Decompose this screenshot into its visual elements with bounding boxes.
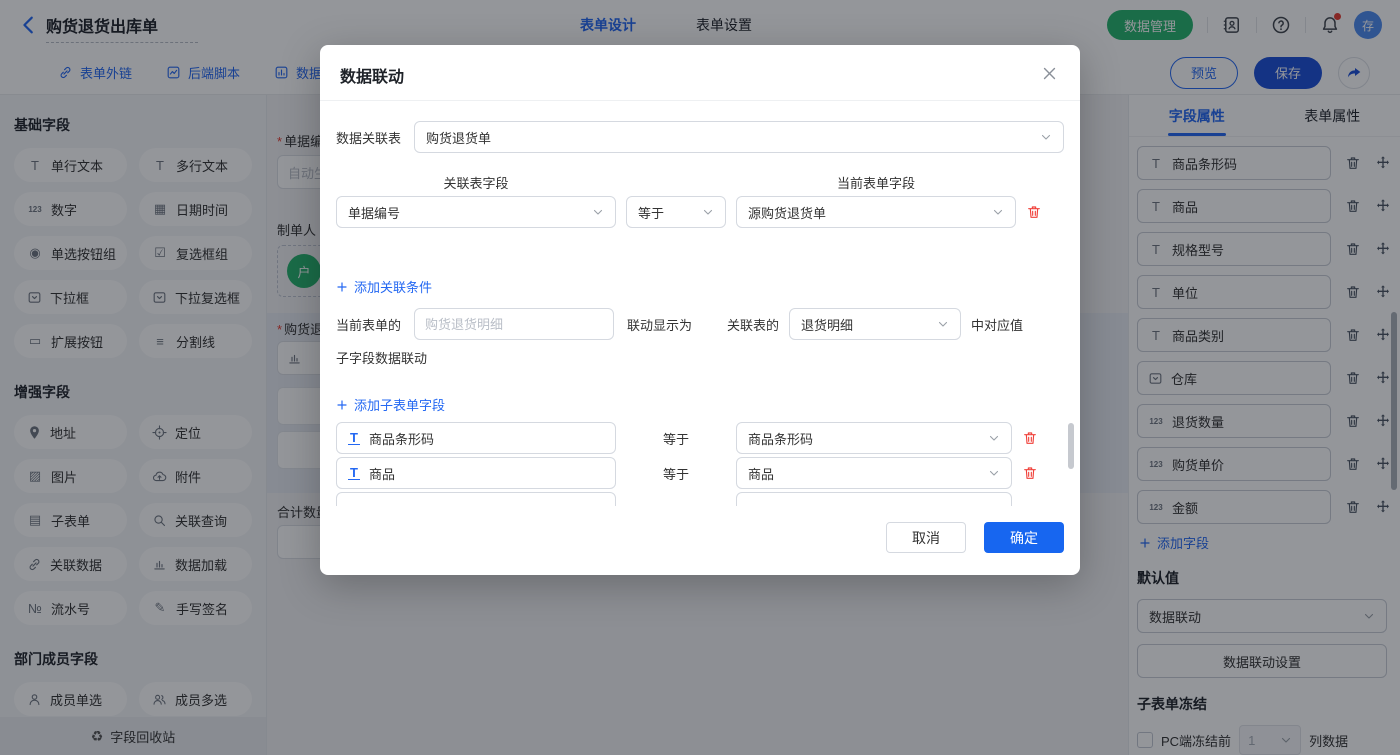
mapping-row: 当前表单的 联动显示为 关联表的 退货明细 中对应值 (336, 308, 1023, 340)
condition-op-select[interactable]: 等于 (626, 196, 726, 228)
text-icon: T (348, 431, 360, 445)
condition-target-value: 源购货退货单 (748, 203, 826, 222)
subfield-row-barcode: T 商品条形码 等于 商品条形码 (336, 422, 1064, 454)
plus-icon (336, 399, 348, 411)
subfield-target-value: 商品 (748, 464, 774, 483)
condition-field-value: 单据编号 (348, 203, 400, 222)
link-table-row: 数据关联表 购货退货单 (336, 121, 1064, 153)
delete-condition-icon[interactable] (1026, 204, 1042, 220)
chevron-down-icon (702, 206, 714, 218)
subfield-source-box[interactable] (336, 492, 616, 506)
chevron-down-icon (992, 206, 1004, 218)
delete-subfield-icon[interactable] (1022, 430, 1038, 446)
add-subfield-label: 添加子表单字段 (354, 395, 445, 414)
add-condition-label: 添加关联条件 (354, 277, 432, 296)
subfield-row-product: T 商品 等于 商品 (336, 457, 1064, 489)
mapping-target-select[interactable]: 退货明细 (789, 308, 961, 340)
mapping-middle-label: 联动显示为 (627, 315, 692, 334)
plus-icon (336, 281, 348, 293)
subfield-source-box[interactable]: T 商品条形码 (336, 422, 616, 454)
condition-field-select[interactable]: 单据编号 (336, 196, 616, 228)
mapping-of-table-label: 关联表的 (727, 315, 779, 334)
link-table-select[interactable]: 购货退货单 (414, 121, 1064, 153)
subfield-source-label: 商品条形码 (369, 429, 434, 448)
subfield-target-value: 商品条形码 (748, 429, 813, 448)
modal-scrollbar[interactable] (1068, 423, 1074, 469)
mapping-field-input[interactable] (414, 308, 614, 340)
subfield-rows: T 商品条形码 等于 商品条形码 T 商品 等于 商品 (336, 422, 1064, 506)
modal-header: 数据联动 (320, 45, 1080, 101)
subfield-op-label: 等于 (626, 464, 726, 483)
subfield-source-label: 商品 (369, 464, 395, 483)
text-icon: T (348, 466, 360, 480)
data-linkage-modal: 数据联动 数据关联表 购货退货单 关联表字段 当前表单字段 单据编号 等于 (320, 45, 1080, 575)
condition-column-headers: 关联表字段 当前表单字段 (336, 173, 1064, 191)
add-condition-link[interactable]: 添加关联条件 (336, 277, 432, 296)
subfield-source-box[interactable]: T 商品 (336, 457, 616, 489)
modal-title: 数据联动 (340, 63, 404, 87)
condition-target-select[interactable]: 源购货退货单 (736, 196, 1016, 228)
condition-op-value: 等于 (638, 203, 664, 222)
chevron-down-icon (988, 467, 1000, 479)
chevron-down-icon (988, 432, 1000, 444)
chevron-down-icon (592, 206, 604, 218)
delete-subfield-icon[interactable] (1022, 465, 1038, 481)
link-table-label: 数据关联表 (336, 128, 401, 147)
close-icon[interactable] (1041, 65, 1058, 82)
cancel-button[interactable]: 取消 (886, 522, 966, 553)
col-header-link-field: 关联表字段 (336, 173, 616, 192)
subfield-target-select[interactable]: 商品 (736, 457, 1012, 489)
modal-footer: 取消 确定 (886, 522, 1064, 553)
chevron-down-icon (937, 318, 949, 330)
app-window: 购货退货出库单 表单设计 表单设置 数据管理 存 表单外链 (0, 0, 1400, 755)
subfield-linkage-title: 子字段数据联动 (336, 348, 427, 367)
mapping-suffix-label: 中对应值 (971, 315, 1023, 334)
subfield-row-partial (336, 492, 1064, 506)
link-table-value: 购货退货单 (426, 128, 491, 147)
mapping-target-value: 退货明细 (801, 315, 853, 334)
col-header-current-field: 当前表单字段 (736, 173, 1016, 192)
condition-row: 单据编号 等于 源购货退货单 (336, 196, 1064, 228)
mapping-prefix-label: 当前表单的 (336, 315, 401, 334)
subfield-target-select[interactable]: 商品条形码 (736, 422, 1012, 454)
subfield-target-select[interactable] (736, 492, 1012, 506)
confirm-button[interactable]: 确定 (984, 522, 1064, 553)
add-subfield-link[interactable]: 添加子表单字段 (336, 395, 445, 414)
chevron-down-icon (1040, 131, 1052, 143)
subfield-op-label: 等于 (626, 429, 726, 448)
